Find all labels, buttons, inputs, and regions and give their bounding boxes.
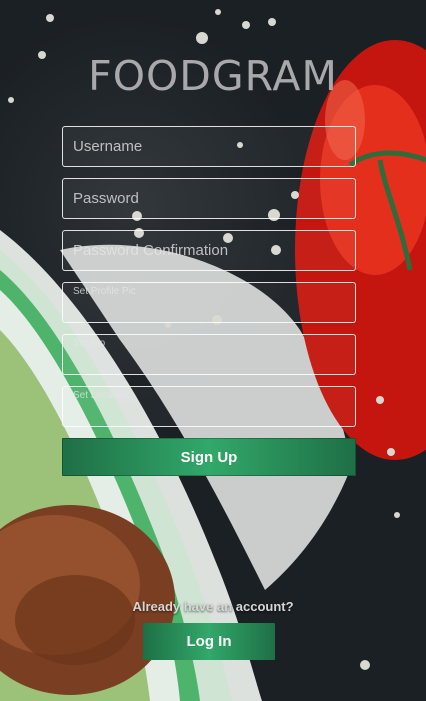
password-confirmation-input[interactable] <box>62 230 356 271</box>
log-in-button[interactable]: Log In <box>143 623 275 660</box>
location-input[interactable] <box>62 386 356 427</box>
app-title: FOODGRAM <box>88 52 338 100</box>
password-input[interactable] <box>62 178 356 219</box>
signup-form <box>62 126 356 438</box>
profile-pic-input[interactable] <box>62 282 356 323</box>
username-input[interactable] <box>62 126 356 167</box>
already-have-account-text: Already have an account? <box>132 599 294 614</box>
bio-input[interactable] <box>62 334 356 375</box>
sign-up-button[interactable]: Sign Up <box>62 438 356 476</box>
